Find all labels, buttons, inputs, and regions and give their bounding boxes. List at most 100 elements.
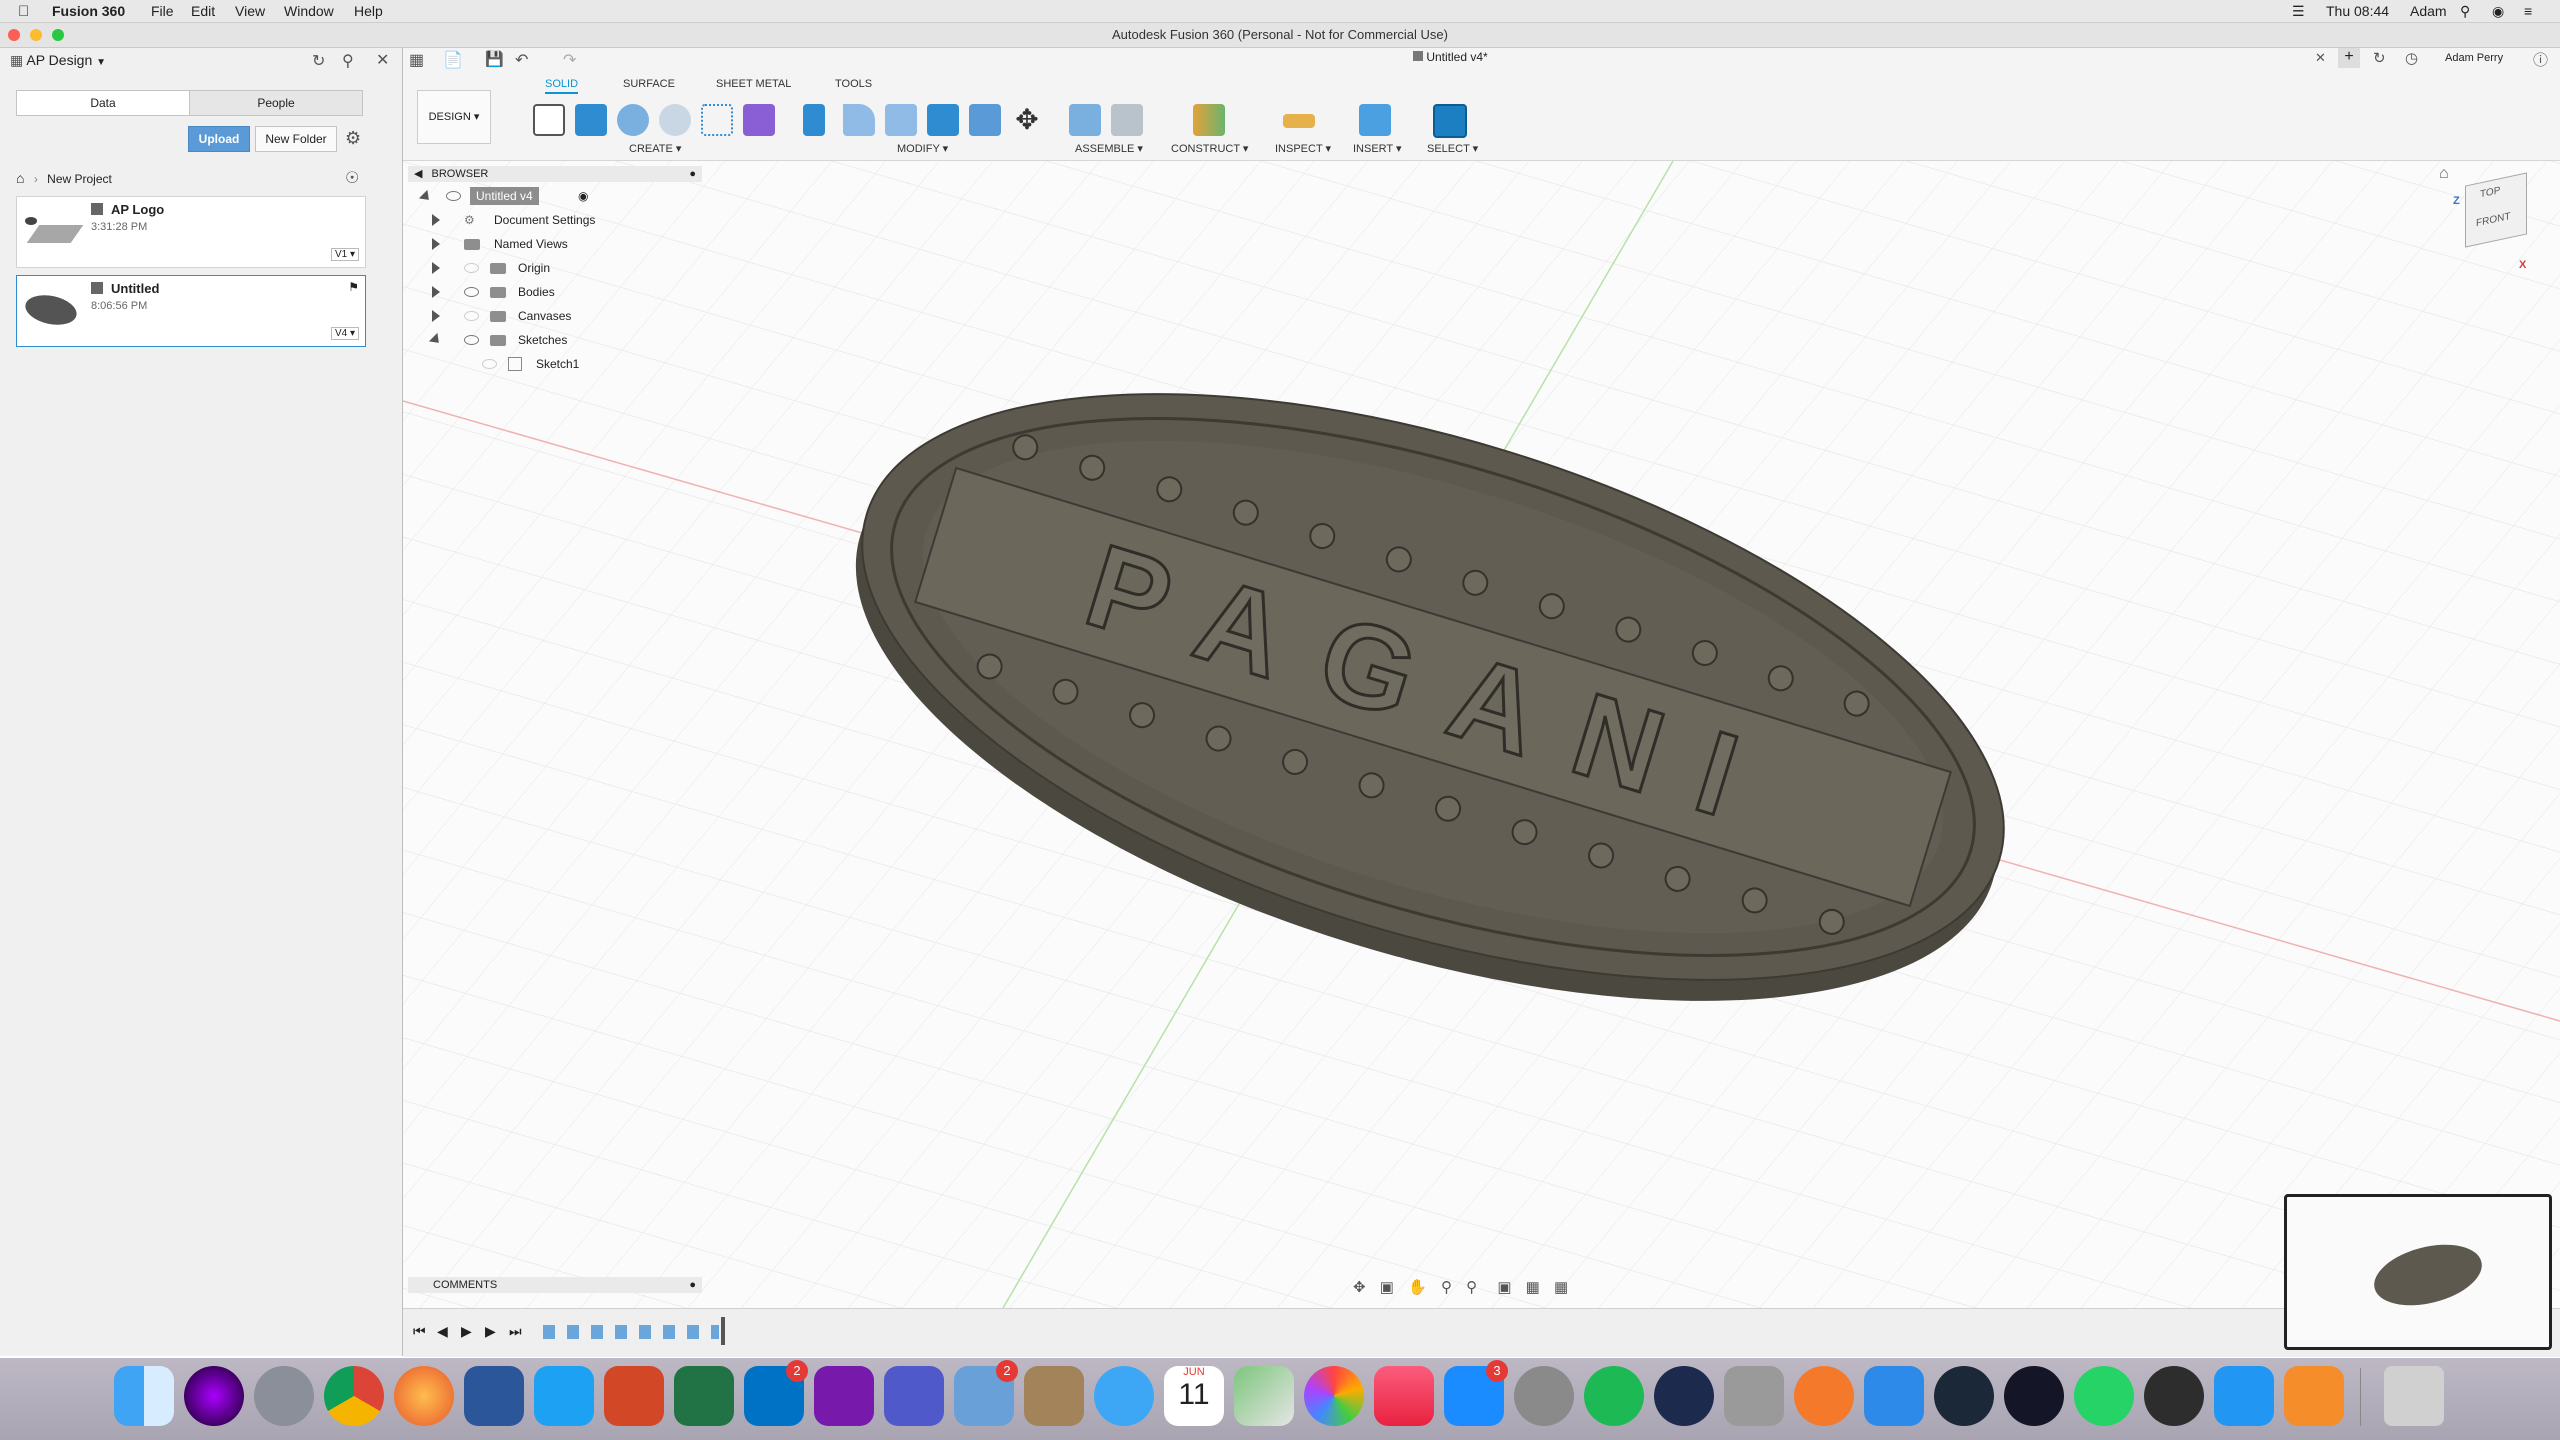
app-menu[interactable]: Fusion 360: [52, 3, 125, 19]
design-workspace-button[interactable]: DESIGN ▾: [417, 90, 491, 144]
expand-icon[interactable]: [432, 262, 440, 274]
whatsapp-icon[interactable]: [2074, 1366, 2134, 1426]
gear-icon[interactable]: ⚙: [345, 128, 361, 149]
construct-menu[interactable]: CONSTRUCT ▾: [1171, 142, 1248, 155]
expand-icon[interactable]: [428, 332, 444, 348]
screenshot-app-icon[interactable]: [1724, 1366, 1784, 1426]
extrude-icon[interactable]: [575, 104, 607, 136]
visibility-icon[interactable]: [464, 311, 479, 321]
spotify-icon[interactable]: [1584, 1366, 1644, 1426]
outlook-icon[interactable]: 2: [744, 1360, 808, 1426]
notes-app-icon[interactable]: [1024, 1366, 1084, 1426]
menu-view[interactable]: View: [235, 3, 265, 19]
visibility-icon[interactable]: [464, 263, 479, 273]
view-cube[interactable]: TOP FRONT: [2465, 172, 2527, 248]
flag-icon[interactable]: ⚑: [348, 280, 359, 294]
photos-icon[interactable]: [1304, 1366, 1364, 1426]
new-folder-button[interactable]: New Folder: [255, 126, 337, 152]
home-icon[interactable]: ⌂: [16, 170, 24, 186]
search-icon[interactable]: ⚲: [2460, 3, 2470, 20]
close-tab-icon[interactable]: ✕: [2315, 50, 2326, 66]
view-cube-top[interactable]: TOP: [2480, 185, 2500, 200]
twitter-icon[interactable]: [534, 1366, 594, 1426]
timeline-marker[interactable]: [721, 1317, 725, 1345]
collapse-icon[interactable]: ◀: [414, 168, 422, 180]
new-tab-icon[interactable]: +: [2338, 48, 2360, 68]
pattern-icon[interactable]: [701, 104, 733, 136]
visibility-icon[interactable]: [464, 287, 479, 297]
tab-sheet-metal[interactable]: SHEET METAL: [716, 78, 791, 90]
teams-icon[interactable]: [884, 1366, 944, 1426]
select-menu[interactable]: SELECT ▾: [1427, 142, 1478, 155]
version-badge[interactable]: V1 ▾: [330, 248, 359, 261]
notifications-icon[interactable]: ◷: [2405, 49, 2418, 67]
move-icon[interactable]: ✥: [1011, 104, 1043, 136]
select-icon[interactable]: [1433, 104, 1467, 138]
firefox-icon[interactable]: [394, 1366, 454, 1426]
chrome-icon[interactable]: [324, 1366, 384, 1426]
upload-button[interactable]: Upload: [188, 126, 250, 152]
inspect-menu[interactable]: INSPECT ▾: [1275, 142, 1331, 155]
expand-icon[interactable]: [418, 189, 434, 205]
refresh-icon[interactable]: ↻: [312, 51, 325, 71]
cleanmymac-icon[interactable]: [2214, 1366, 2274, 1426]
press-pull-icon[interactable]: [803, 104, 825, 136]
blender-icon[interactable]: [1794, 1366, 1854, 1426]
fusion360-icon[interactable]: [2284, 1366, 2344, 1426]
viewports-icon[interactable]: ▦: [1554, 1279, 1568, 1296]
tab-surface[interactable]: SURFACE: [623, 78, 675, 90]
expand-icon[interactable]: [432, 238, 440, 250]
create-sketch-icon[interactable]: [533, 104, 565, 136]
tab-tools[interactable]: TOOLS: [835, 78, 872, 90]
launchpad-icon[interactable]: [254, 1366, 314, 1426]
search-icon[interactable]: ⚲: [342, 51, 354, 71]
modify-menu[interactable]: MODIFY ▾: [897, 142, 948, 155]
apple-icon[interactable]: : [18, 3, 29, 20]
first-frame-icon[interactable]: ⏮: [413, 1323, 426, 1340]
speedtest-icon[interactable]: [2004, 1366, 2064, 1426]
menu-edit[interactable]: Edit: [191, 3, 215, 19]
expand-icon[interactable]: [432, 286, 440, 298]
fillet-icon[interactable]: [843, 104, 875, 136]
create-form-icon[interactable]: [743, 104, 775, 136]
revolve-icon[interactable]: [617, 104, 649, 136]
play-icon[interactable]: ▶: [461, 1323, 472, 1340]
apps-grid-icon[interactable]: ▦: [409, 50, 424, 70]
previous-frame-icon[interactable]: ◀: [437, 1323, 448, 1340]
combine-icon[interactable]: [969, 104, 1001, 136]
quicktime-icon[interactable]: [1654, 1366, 1714, 1426]
insert-menu[interactable]: INSERT ▾: [1353, 142, 1402, 155]
music-icon[interactable]: [1374, 1366, 1434, 1426]
offset-plane-icon[interactable]: [1193, 104, 1225, 136]
look-at-icon[interactable]: ▣: [1380, 1279, 1394, 1296]
design-canvas[interactable]: PAGANI ⌂ TOP FRONT Z X ◀ BROWSER ● Untit…: [402, 160, 2560, 1309]
wifi-icon[interactable]: ☰: [2292, 3, 2305, 20]
menu-help[interactable]: Help: [354, 3, 383, 19]
chamfer-icon[interactable]: [885, 104, 917, 136]
tab-people[interactable]: People: [189, 90, 363, 116]
display-settings-icon[interactable]: ▣: [1497, 1279, 1511, 1296]
finder-icon[interactable]: [114, 1366, 174, 1426]
last-frame-icon[interactable]: ⏭: [509, 1323, 522, 1340]
expand-icon[interactable]: [432, 310, 440, 322]
orbit-icon[interactable]: ✥: [1353, 1279, 1366, 1296]
view-cube-front[interactable]: FRONT: [2476, 211, 2510, 229]
next-frame-icon[interactable]: ▶: [485, 1323, 496, 1340]
create-menu[interactable]: CREATE ▾: [629, 142, 681, 155]
control-center-icon[interactable]: ≡: [2524, 3, 2532, 19]
app-store-icon[interactable]: 3: [1444, 1360, 1508, 1426]
new-component-icon[interactable]: [1069, 104, 1101, 136]
redo-icon[interactable]: ↷: [563, 50, 576, 70]
globe-icon[interactable]: ☉: [345, 168, 359, 188]
pan-icon[interactable]: ✋: [1408, 1279, 1427, 1296]
file-card[interactable]: Untitled 8:06:56 PM ⚑ V4 ▾: [16, 275, 366, 347]
shell-icon[interactable]: [927, 104, 959, 136]
menu-window[interactable]: Window: [284, 3, 334, 19]
insert-image-icon[interactable]: [1359, 104, 1391, 136]
document-tab[interactable]: Untitled v4*: [1413, 50, 1488, 64]
help-icon[interactable]: ⓘ: [2533, 49, 2548, 70]
file-menu-icon[interactable]: 📄: [443, 50, 463, 70]
active-icon[interactable]: ◉: [578, 185, 588, 207]
home-view-icon[interactable]: ⌂: [2439, 165, 2449, 183]
siri-icon[interactable]: ◉: [2492, 3, 2504, 20]
